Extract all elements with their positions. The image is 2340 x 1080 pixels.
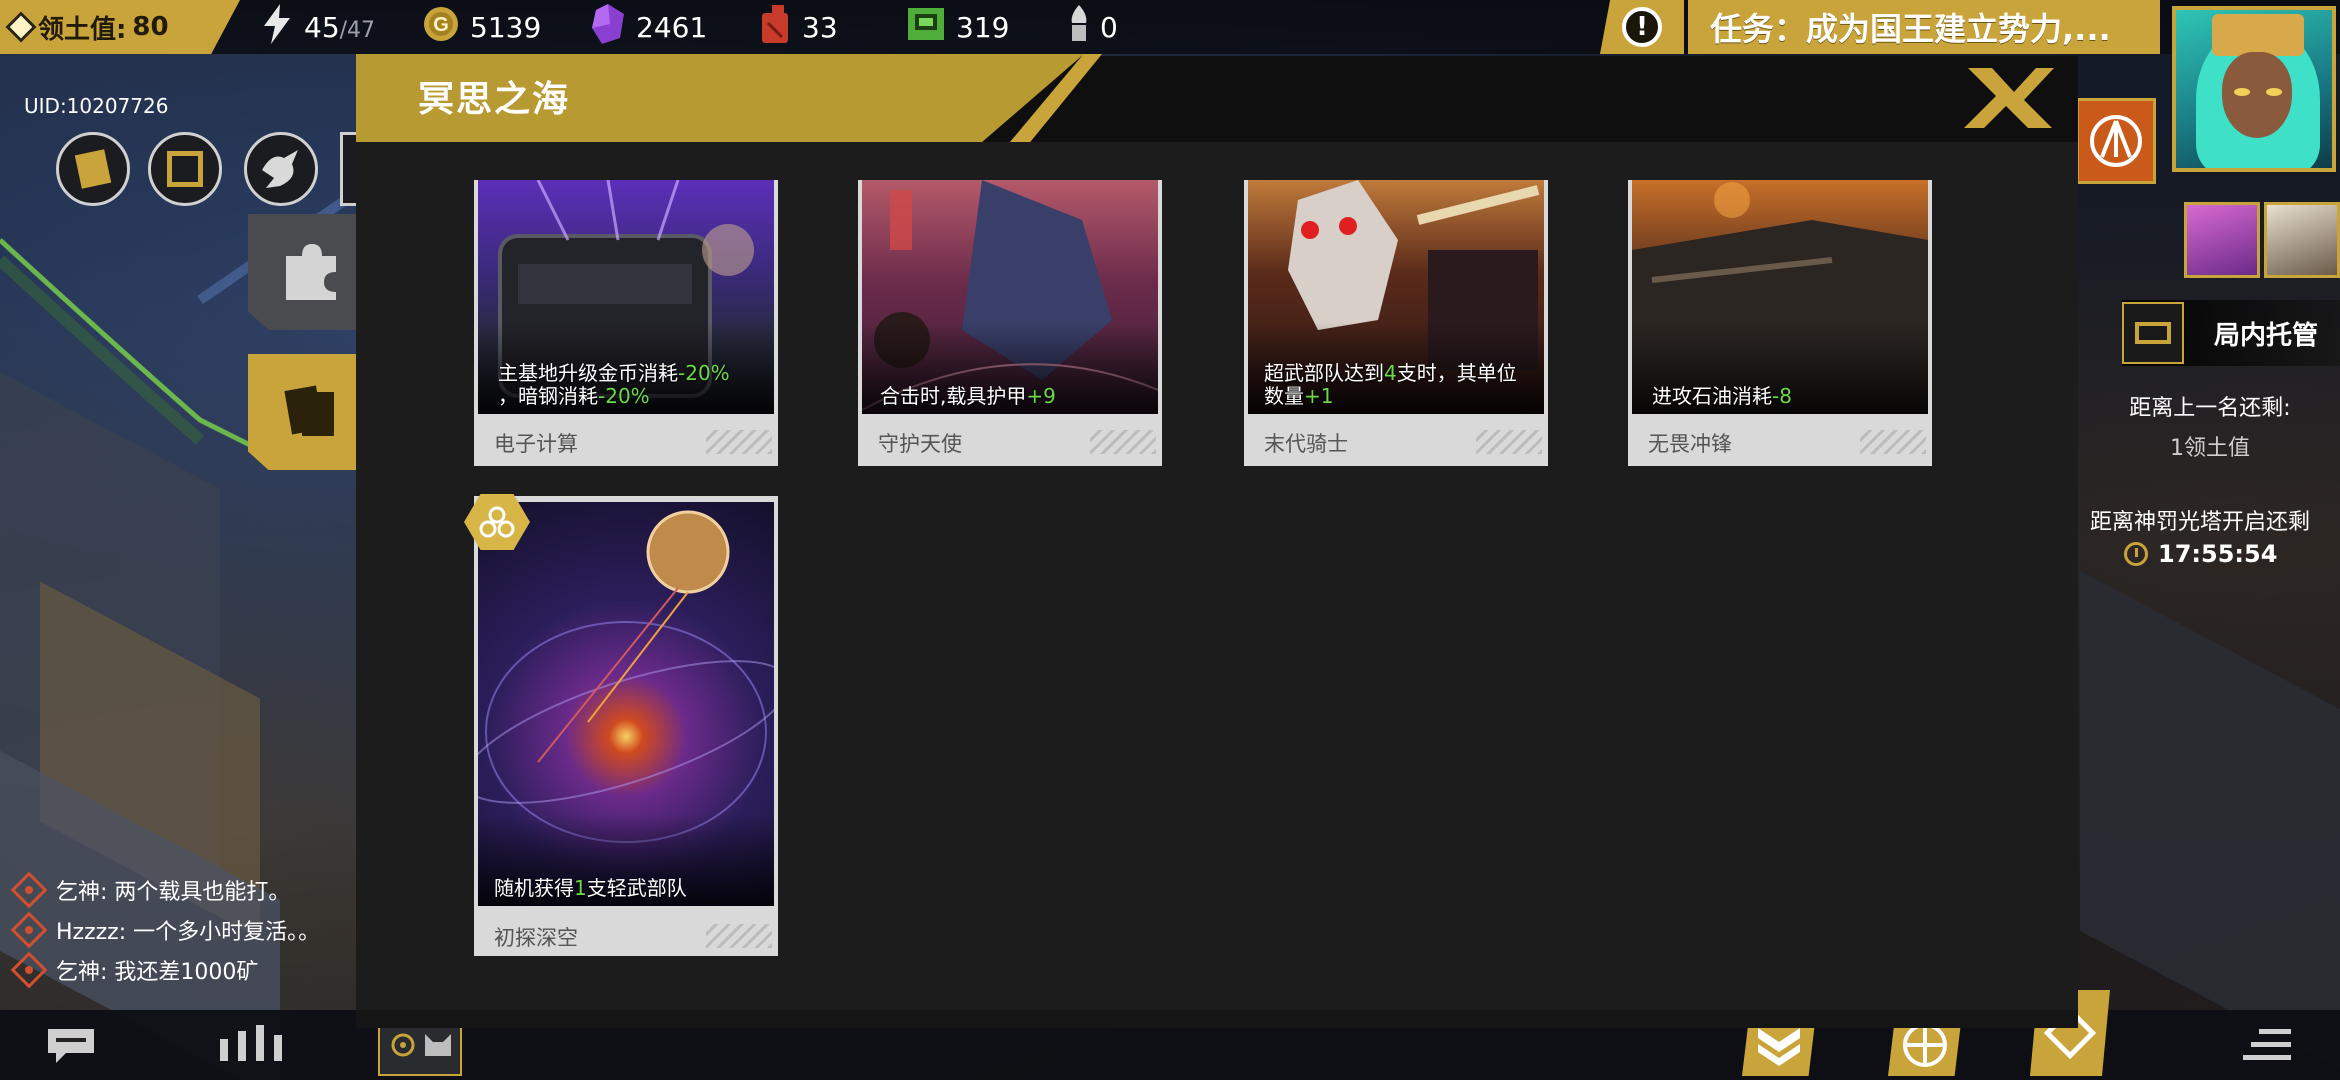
card-description: 主基地升级金币消耗-20% ，暗钢消耗-20% (498, 361, 730, 408)
svg-text:G: G (433, 14, 449, 36)
rank-emblem-badge[interactable] (2076, 98, 2156, 184)
cards-menu-button[interactable] (56, 132, 130, 206)
oil-resource[interactable]: 33 (758, 0, 838, 54)
territory-label: 领土值: (38, 14, 127, 45)
prev-rank-value: 1领土值 (2170, 436, 2250, 461)
dove-icon (262, 150, 298, 188)
alliance-menu-button[interactable] (244, 132, 318, 206)
bullet-icon (1068, 4, 1090, 50)
player-uid: UID:10207726 (24, 94, 169, 118)
emblem-icon (2090, 115, 2142, 167)
menu-button[interactable] (2240, 1014, 2296, 1076)
hexagon-cluster-icon (479, 506, 515, 538)
card-description: 合击时,载具护甲+9 (880, 384, 1056, 408)
monitor-icon (2122, 302, 2184, 364)
tower-time: 17:55:54 (2158, 540, 2278, 568)
tower-label: 距离神罚光塔开启还剩 (2090, 510, 2311, 535)
energy-max: /47 (339, 17, 376, 43)
modal-title: 冥思之海 (418, 79, 571, 120)
card-icon (74, 149, 112, 189)
card-name: 电子计算 (494, 432, 578, 456)
quest-text: 任务：成为国王建立势力,... (1688, 0, 2160, 54)
territory-icon (5, 11, 37, 43)
card-description: 进攻石油消耗-8 (1652, 384, 1792, 408)
energy-value: 45 (304, 10, 340, 44)
chat-message: 乞神: 我还差1000矿 (10, 950, 346, 990)
location-pin-icon (10, 871, 48, 909)
crosshair-icon (391, 1033, 415, 1057)
card-name: 无畏冲锋 (1648, 432, 1732, 456)
location-pin-icon (10, 951, 48, 989)
modal-bottom-edge (356, 1010, 2078, 1028)
bullet-value: 0 (1100, 10, 1118, 44)
auto-play-button[interactable]: 局内托管 (2122, 300, 2340, 366)
lightning-icon (260, 3, 294, 51)
chip-value: 319 (956, 10, 1010, 44)
bullet-resource[interactable]: 0 (1068, 0, 1118, 54)
auto-play-label: 局内托管 (2214, 320, 2319, 351)
chat-feed[interactable]: 乞神: 两个载具也能打。 Hzzzz: 一个多小时复活。。 乞神: 我还差100… (10, 870, 346, 990)
gold-resource[interactable]: G 5139 (422, 0, 541, 54)
quest-banner[interactable]: ! 任务：成为国王建立势力,... (1600, 0, 2160, 54)
building-menu-button[interactable] (148, 132, 222, 206)
card-name: 初探深空 (494, 926, 578, 950)
card-art: 超武部队达到4支时，其单位数量+1 (1248, 180, 1544, 414)
close-button[interactable] (1962, 64, 2056, 130)
chip-resource[interactable]: 319 (906, 0, 1009, 54)
card-name: 守护天使 (878, 432, 962, 456)
cards-icon (284, 385, 334, 436)
card-fearless-charge[interactable]: 进攻石油消耗-8 无畏冲锋 (1628, 180, 1932, 466)
hamburger-icon (2243, 1029, 2291, 1060)
chat-bubble-icon (48, 1029, 94, 1063)
crystal-resource[interactable]: 2461 (590, 0, 707, 54)
puzzle-icon (286, 244, 336, 300)
territory-value-panel[interactable]: 领土值: 80 (0, 0, 240, 54)
cat-icon (425, 1034, 451, 1056)
location-pin-icon (10, 911, 48, 949)
ranking-button[interactable] (214, 1014, 298, 1076)
chat-message: Hzzzz: 一个多小时复活。。 (10, 910, 346, 950)
tower-timer: 17:55:54 (2124, 540, 2277, 568)
card-last-knight[interactable]: 超武部队达到4支时，其单位数量+1 末代骑士 (1244, 180, 1548, 466)
building-icon (167, 151, 203, 187)
card-electronic-compute[interactable]: 主基地升级金币消耗-20% ，暗钢消耗-20% 电子计算 (474, 180, 778, 466)
card-art: 主基地升级金币消耗-20% ，暗钢消耗-20% (478, 180, 774, 414)
oil-value: 33 (802, 10, 838, 44)
card-art: 合击时,载具护甲+9 (862, 180, 1158, 414)
chat-message: 乞神: 两个载具也能打。 (10, 870, 346, 910)
card-description: 随机获得1支轻武部队 (494, 876, 687, 900)
chat-button[interactable] (44, 1014, 98, 1076)
gold-coin-icon: G (422, 5, 460, 50)
chip-icon (906, 6, 946, 49)
hero-avatar-1[interactable] (2184, 202, 2260, 278)
purple-crystal-icon (590, 3, 626, 51)
card-name: 末代骑士 (1264, 432, 1348, 456)
clock-icon (2124, 542, 2148, 566)
energy-resource[interactable]: 45/47 (260, 0, 375, 54)
card-art: 随机获得1支轻武部队 (478, 502, 774, 906)
territory-value: 80 (132, 12, 169, 42)
hero-avatar-2[interactable] (2264, 202, 2340, 278)
player-avatar[interactable] (2172, 6, 2336, 172)
close-icon (1964, 68, 2054, 128)
card-deep-space-probe[interactable]: 随机获得1支轻武部队 初探深空 (474, 496, 778, 956)
card-art: 进攻石油消耗-8 (1632, 180, 1928, 414)
card-guardian-angel[interactable]: 合击时,载具护甲+9 守护天使 (858, 180, 1162, 466)
quest-alert-icon[interactable]: ! (1600, 0, 1684, 54)
crystal-value: 2461 (636, 10, 708, 44)
gold-value: 5139 (470, 10, 542, 44)
oil-can-icon (758, 4, 792, 50)
card-description: 超武部队达到4支时，其单位数量+1 (1264, 361, 1517, 408)
bars-icon (220, 1025, 282, 1061)
prev-rank-label: 距离上一名还剩: (2129, 396, 2291, 421)
chevron-rank-icon (1758, 1028, 1800, 1066)
